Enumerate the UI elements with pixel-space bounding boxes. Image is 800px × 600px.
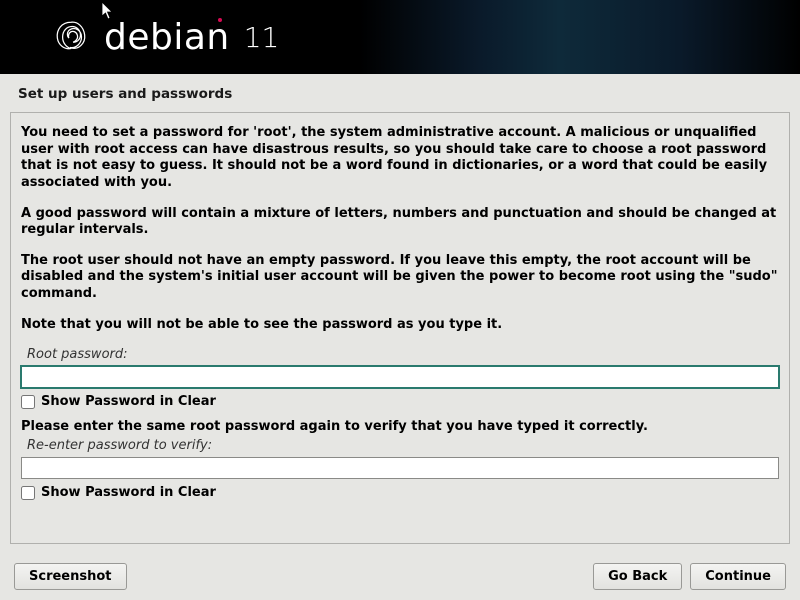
footer-bar: Screenshot Go Back Continue xyxy=(0,563,800,590)
verify-password-input[interactable] xyxy=(21,457,779,479)
info-paragraph-3: The root user should not have an empty p… xyxy=(21,253,779,303)
verify-password-label: Re-enter password to verify: xyxy=(27,438,779,453)
content-panel: You need to set a password for 'root', t… xyxy=(10,112,790,544)
logo-version: 11 xyxy=(244,21,280,54)
verify-prompt: Please enter the same root password agai… xyxy=(21,419,779,434)
info-paragraph-1: You need to set a password for 'root', t… xyxy=(21,125,779,192)
go-back-button[interactable]: Go Back xyxy=(593,563,682,590)
show-password-label-2[interactable]: Show Password in Clear xyxy=(41,485,216,500)
show-password-checkbox-2[interactable] xyxy=(21,486,35,500)
show-password-checkbox-1[interactable] xyxy=(21,395,35,409)
continue-button[interactable]: Continue xyxy=(690,563,786,590)
root-password-label: Root password: xyxy=(27,347,779,362)
root-password-input[interactable] xyxy=(21,366,779,388)
info-paragraph-2: A good password will contain a mixture o… xyxy=(21,206,779,239)
page-title: Set up users and passwords xyxy=(0,74,800,112)
debian-swirl-logo xyxy=(50,16,92,58)
info-paragraph-4: Note that you will not be able to see th… xyxy=(21,317,779,334)
show-password-label-1[interactable]: Show Password in Clear xyxy=(41,394,216,409)
screenshot-button[interactable]: Screenshot xyxy=(14,563,127,590)
logo-dot xyxy=(218,18,222,22)
logo-text: debian xyxy=(104,17,230,58)
header-banner: debian 11 xyxy=(0,0,800,74)
